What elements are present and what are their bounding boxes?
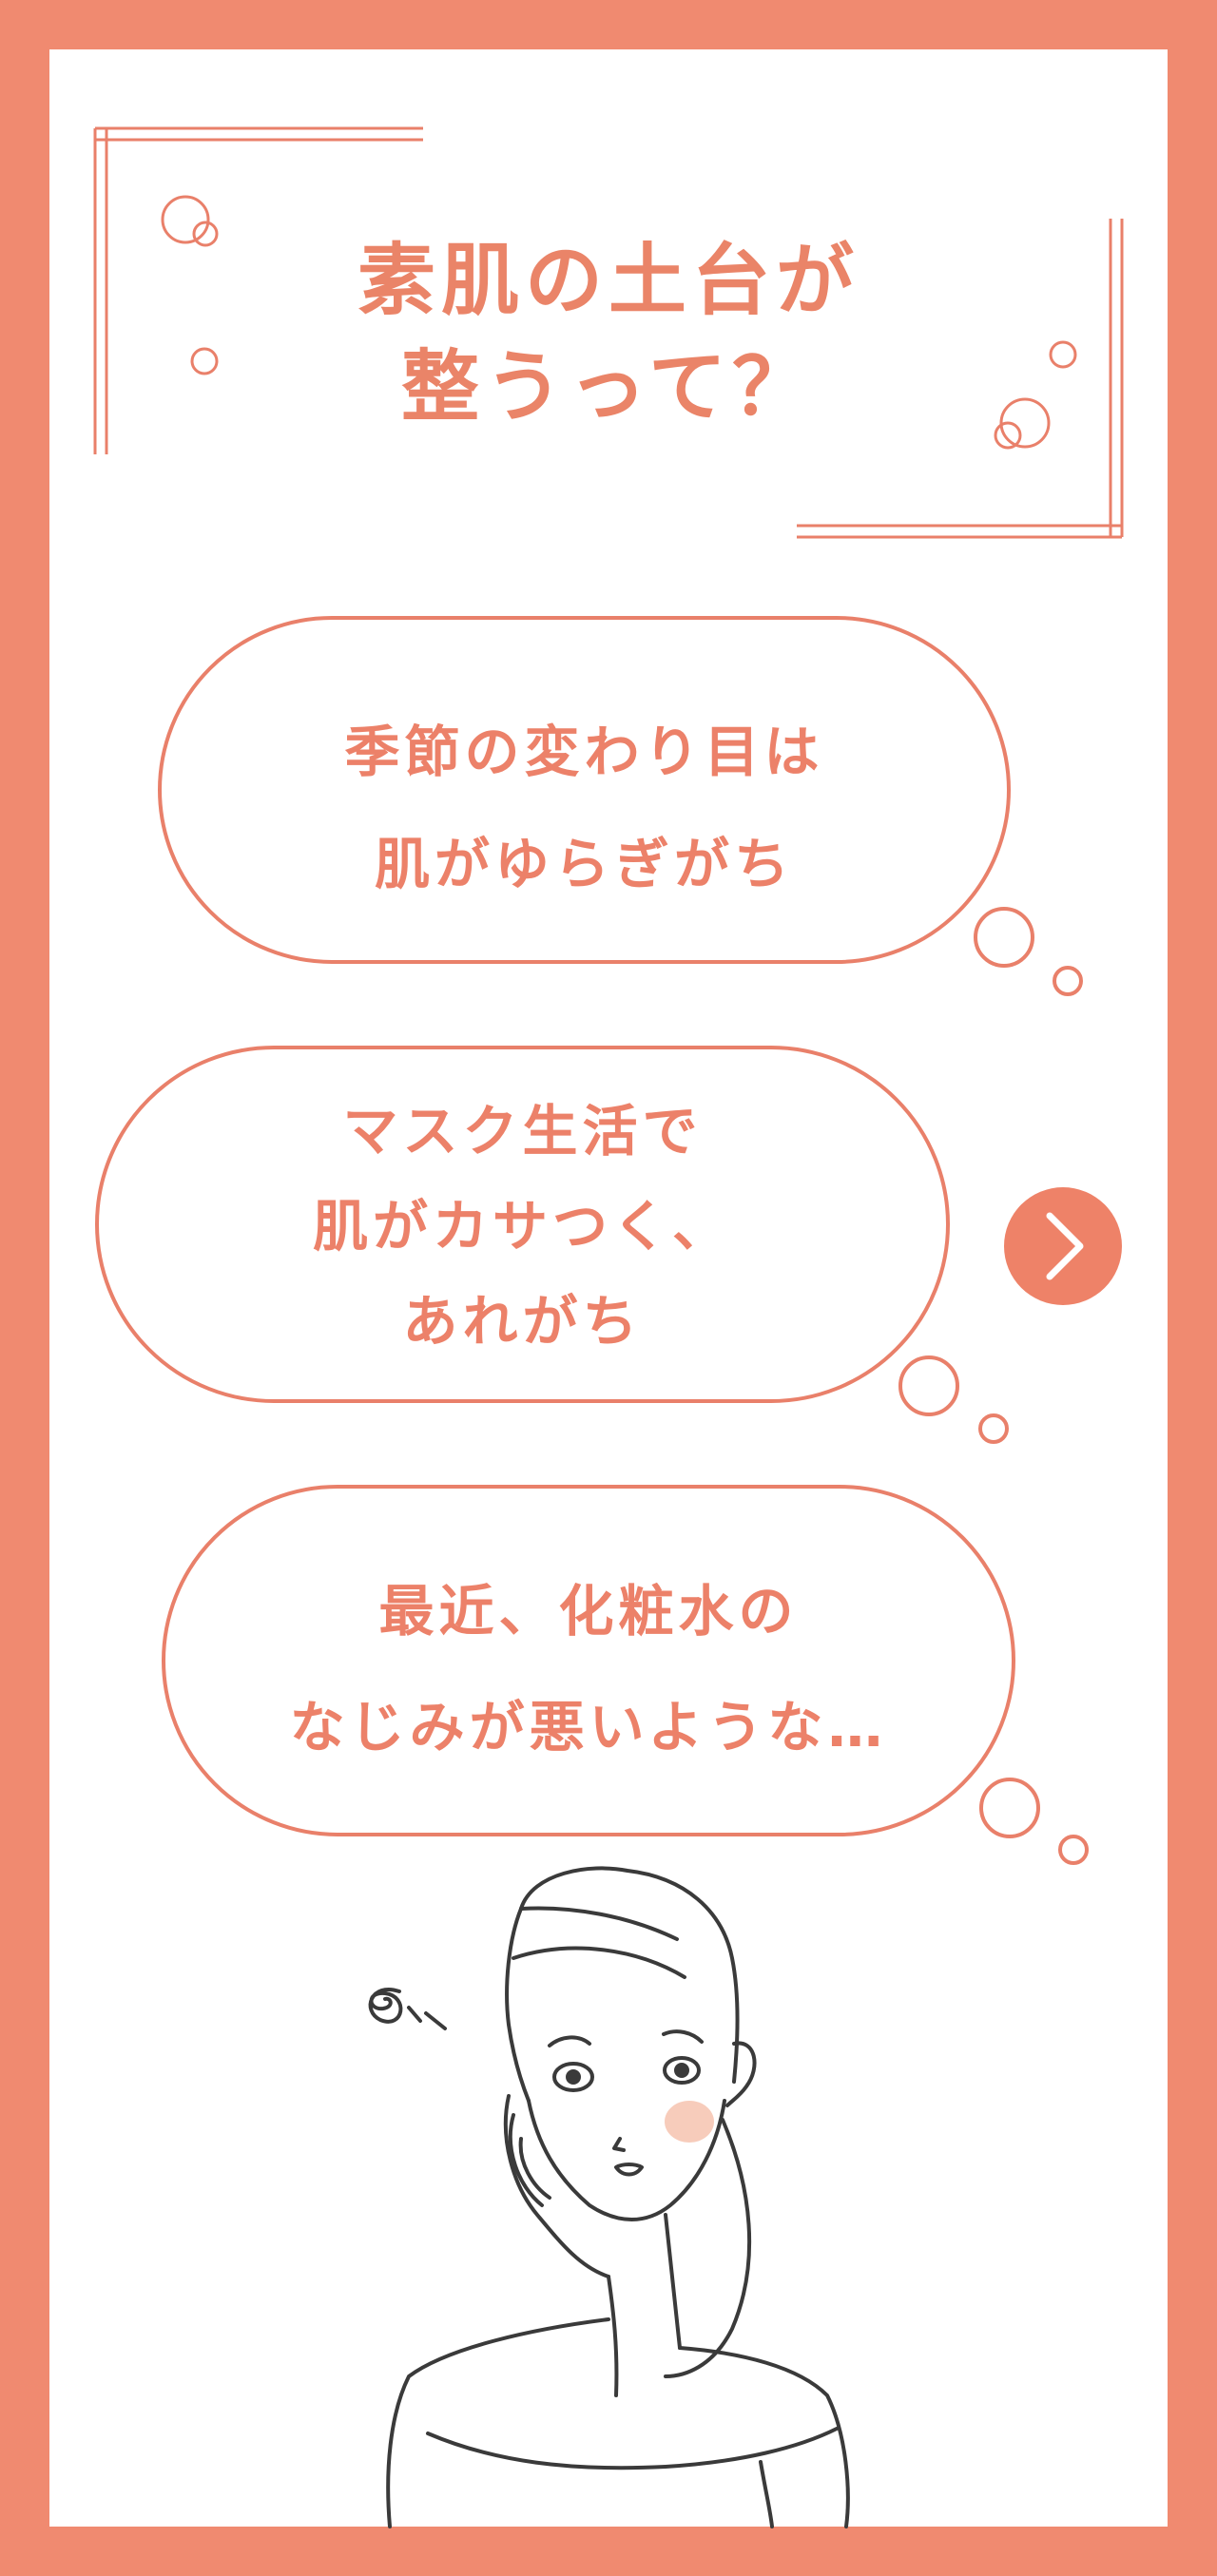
bubble-1-text: 季節の変わり目は 肌がゆらぎがち — [160, 696, 1009, 920]
bubble-1-line-2: 肌がゆらぎがち — [374, 832, 794, 896]
bubble-2-line-2: 肌がカサつく、 — [312, 1194, 732, 1259]
title-line-2: 整うって？ — [401, 342, 816, 433]
bubble-2-text: マスク生活で 肌がカサつく、 あれがち — [97, 1084, 948, 1369]
bubble-3-line-1: 最近、化粧水の — [378, 1579, 799, 1644]
worried-woman-illustration — [368, 1866, 850, 2528]
bubble-1-line-1: 季節の変わり目は — [344, 720, 824, 784]
bubble-3-text: 最近、化粧水の なじみが悪いような… — [164, 1553, 1014, 1785]
chevron-right-icon — [1046, 1212, 1084, 1280]
page: 素肌の土台が 整うって？ 季節の変わり目は 肌がゆらぎがち マスク生活で 肌がカ… — [0, 0, 1217, 2576]
bubble-2-line-3: あれがち — [402, 1289, 643, 1354]
next-button[interactable] — [1004, 1187, 1122, 1305]
blush — [665, 2101, 714, 2143]
bubble-2-line-1: マスク生活で — [342, 1099, 703, 1163]
title-line-1: 素肌の土台が — [357, 236, 860, 326]
bubble-3-line-2: なじみが悪いような… — [289, 1695, 888, 1759]
page-title: 素肌の土台が 整うって？ — [0, 228, 1217, 441]
